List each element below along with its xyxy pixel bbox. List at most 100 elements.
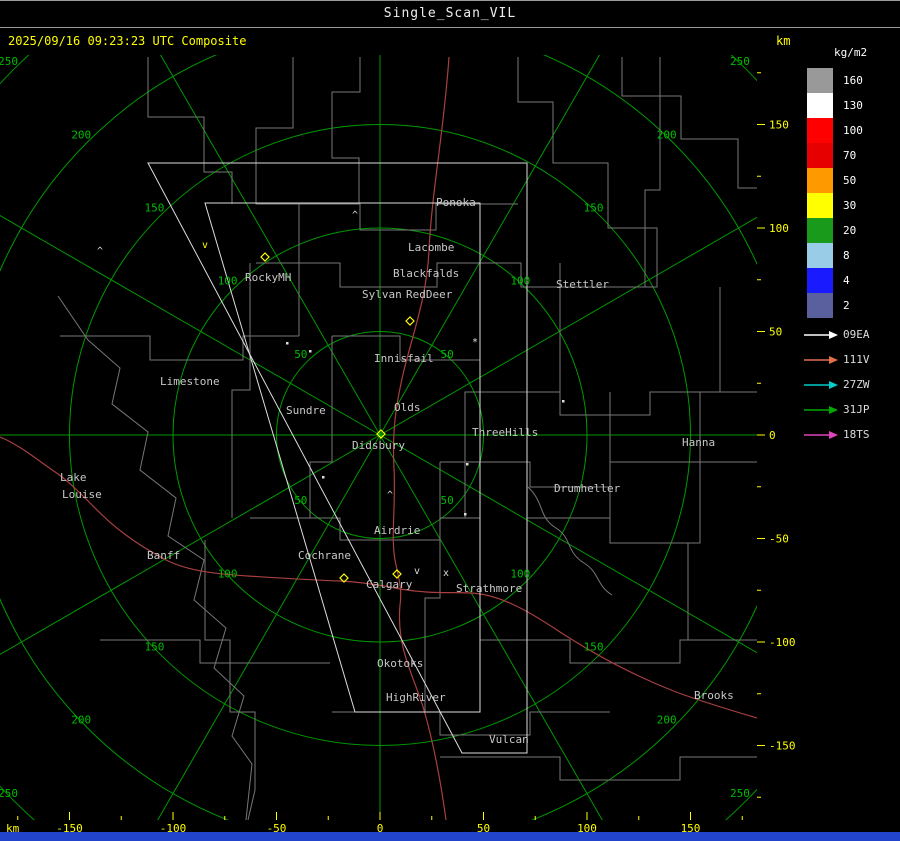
county-boundary (644, 57, 661, 287)
scale-value: 8 (843, 249, 850, 262)
range-ring-label: 50 (294, 494, 307, 507)
radar-arrow-icon (804, 430, 838, 439)
scale-swatch (807, 293, 833, 318)
range-ring-label: 250 (0, 787, 18, 800)
scale-value: 30 (843, 199, 857, 212)
poi-dot-icon (322, 476, 325, 479)
scale-swatch (807, 143, 833, 168)
scale-row: 100 (800, 118, 900, 143)
radar-arrow-icon (804, 330, 838, 339)
range-ring-label: 100 (510, 275, 530, 288)
scale-value: 100 (843, 124, 863, 137)
range-ring-label: 150 (584, 641, 604, 654)
y-axis-tick-label: 150 (769, 119, 789, 132)
scale-swatch (807, 68, 833, 93)
poi-marker-icon: v (202, 240, 208, 251)
poi-dot-icon (562, 400, 565, 403)
bottom-status-bar (0, 832, 900, 841)
town-label: Vulcan (489, 733, 529, 746)
town-label: Limestone (160, 375, 220, 388)
scale-row: 2 (800, 293, 900, 318)
radar-arrow-icon (804, 380, 838, 389)
scale-row: 8 (800, 243, 900, 268)
poi-dot-icon (286, 342, 289, 345)
town-label: Drumheller (554, 482, 621, 495)
radar-id-label: 31JP (843, 403, 870, 416)
town-label: RedDeer (406, 288, 453, 301)
radar-map[interactable]: 50 50 50 50 100 100 100 100 150 150 150 150 200 200 20… (0, 55, 800, 841)
town-label: Okotoks (377, 657, 423, 670)
county-boundary (527, 486, 613, 596)
y-axis-unit: km (776, 34, 791, 48)
scale-swatch (807, 218, 833, 243)
radar-id-label: 111V (843, 353, 870, 366)
radar-id-label: 27ZW (843, 378, 870, 391)
radar-legend-row: 27ZW (800, 372, 900, 397)
town-label: Airdrie (374, 524, 420, 537)
poi-marker-icon: v (414, 566, 420, 577)
county-boundary (480, 639, 757, 664)
radar-coverage-outline (147, 162, 528, 754)
town-label: ThreeHills (472, 426, 538, 439)
radar-site-legend: 09EA 111V 27ZW 31JP 18TS (800, 322, 900, 447)
scale-value: 4 (843, 274, 850, 287)
poi-marker-icon: * (472, 337, 478, 348)
county-boundary (440, 756, 757, 781)
poi-dot-icon (466, 463, 469, 466)
scale-value: 50 (843, 174, 857, 187)
range-ring-label: 200 (657, 714, 677, 727)
poi-dot-icon (464, 513, 467, 516)
range-ring-label: 150 (145, 641, 165, 654)
scale-swatch (807, 268, 833, 293)
scale-swatch (807, 118, 833, 143)
y-axis-tick-label: 100 (769, 222, 789, 235)
window-title: Single_Scan_VIL (383, 6, 517, 21)
town-label: Cochrane (298, 549, 351, 562)
poi-marker-icon: ^ (387, 490, 393, 501)
scale-value: 130 (843, 99, 863, 112)
poi-marker-icon: x (443, 568, 449, 579)
range-ring-label: 200 (71, 128, 91, 141)
radar-arrow-icon (804, 355, 838, 364)
town-label: Brooks (694, 689, 734, 702)
radar-legend-row: 31JP (800, 397, 900, 422)
legend-unit-label: kg/m2 (834, 46, 868, 59)
scale-value: 70 (843, 149, 857, 162)
legend-panel: kg/m2 160 130 100 70 50 30 20 8 4 2 09EA 111V 27ZW 3… (800, 46, 900, 447)
scale-value: 20 (843, 224, 857, 237)
county-boundary (424, 462, 441, 712)
county-boundary (250, 517, 480, 541)
town-label: Sylvan (362, 288, 402, 301)
town-label: Lacombe (408, 241, 454, 254)
county-boundary (480, 391, 757, 416)
scale-swatch (807, 168, 833, 193)
site-marker-diamond-icon (260, 252, 270, 262)
range-ring-label: 150 (584, 201, 604, 214)
color-scale: 160 130 100 70 50 30 20 8 4 2 (800, 68, 900, 318)
radar-id-label: 09EA (843, 328, 870, 341)
town-label: Stettler (556, 278, 609, 291)
town-label: Ponoka (436, 196, 476, 209)
range-ring-label: 100 (218, 567, 238, 580)
town-label: Innisfail (374, 352, 434, 365)
range-ring-label: 200 (657, 128, 677, 141)
scale-row: 30 (800, 193, 900, 218)
scale-row: 50 (800, 168, 900, 193)
range-ring-label: 50 (294, 348, 307, 361)
county-boundary (231, 263, 251, 518)
county-boundary (621, 57, 757, 189)
range-ring-label: 50 (441, 494, 454, 507)
range-ring-label: 250 (0, 55, 18, 68)
radar-arrow-icon (804, 405, 838, 414)
town-label: Lake (60, 471, 87, 484)
town-label: Olds (394, 401, 421, 414)
title-bar: Single_Scan_VIL (0, 0, 900, 28)
town-label: Louise (62, 488, 102, 501)
county-boundary (204, 540, 256, 820)
y-axis-tick-label: -50 (769, 533, 789, 546)
range-ring-label: 100 (218, 275, 238, 288)
scale-row: 70 (800, 143, 900, 168)
town-label: Sundre (286, 404, 326, 417)
town-label: Hanna (682, 436, 715, 449)
scale-swatch (807, 193, 833, 218)
